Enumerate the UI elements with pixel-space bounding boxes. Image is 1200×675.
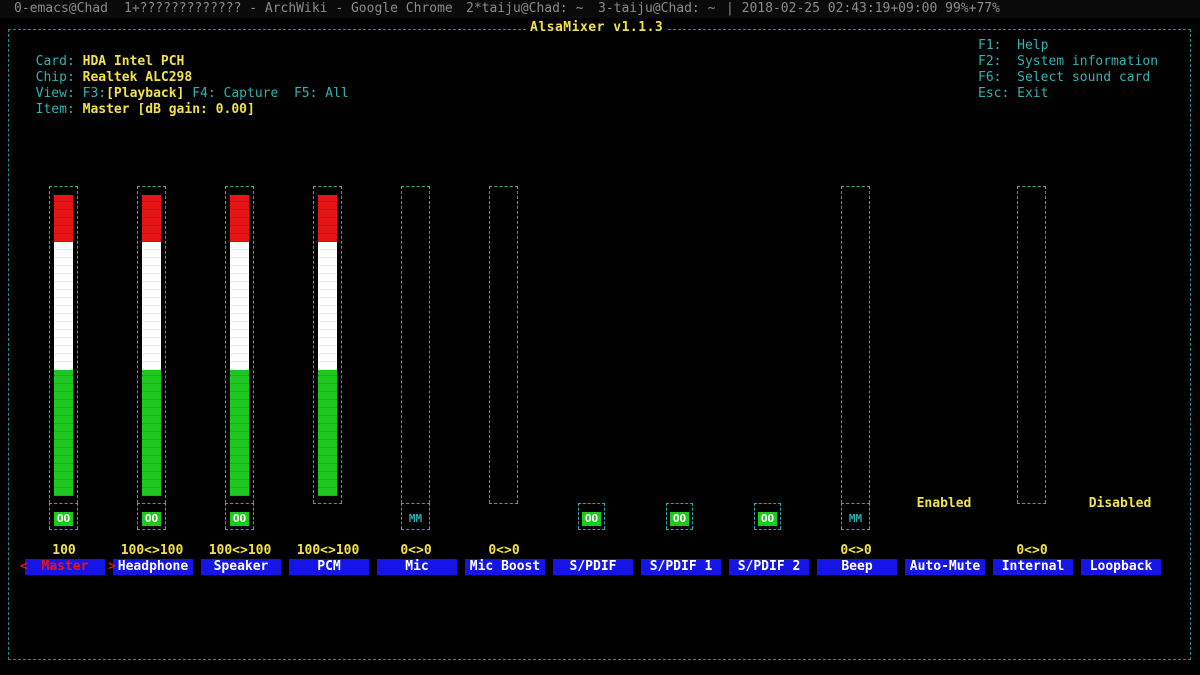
switch-border bbox=[666, 503, 693, 504]
switch-border bbox=[841, 529, 870, 530]
help-f1[interactable]: F1: Help bbox=[978, 38, 1048, 54]
workspace-tab-2[interactable]: 2*taiju@Chad: ~ bbox=[466, 0, 583, 18]
volume-bar-segment bbox=[230, 242, 249, 370]
mute-switch-muted[interactable]: MM bbox=[406, 512, 425, 526]
switch-border bbox=[754, 529, 781, 530]
volume-level-readout: 0<>0 bbox=[488, 543, 520, 558]
app-title: AlsaMixer v1.1.3 bbox=[526, 20, 668, 36]
mute-switch-on[interactable]: OO bbox=[582, 512, 601, 526]
volume-bar-segment bbox=[230, 370, 249, 496]
control-label[interactable]: Beep bbox=[817, 559, 897, 575]
slider-border bbox=[489, 186, 518, 187]
item-value: Master [dB gain: 0.00] bbox=[82, 102, 255, 117]
slider-border bbox=[313, 186, 342, 187]
control-label[interactable]: Internal bbox=[993, 559, 1073, 575]
slider-border bbox=[137, 186, 166, 187]
mute-switch-muted[interactable]: MM bbox=[846, 512, 865, 526]
switch-border bbox=[225, 529, 254, 530]
workspace-tab-1[interactable]: 1+????????????? - ArchWiki - Google Chro… bbox=[124, 0, 453, 18]
volume-level-readout: 0<>0 bbox=[840, 543, 872, 558]
volume-slider[interactable] bbox=[841, 186, 870, 503]
slider-border bbox=[401, 186, 430, 187]
volume-bar-segment bbox=[142, 370, 161, 496]
switch-border bbox=[666, 529, 693, 530]
window-manager-bar: 0-emacs@Chad 1+????????????? - ArchWiki … bbox=[0, 0, 1200, 18]
workspace-tab-3[interactable]: 3-taiju@Chad: ~ bbox=[598, 0, 715, 18]
volume-bar-segment bbox=[318, 370, 337, 496]
selection-left-arrow: < bbox=[20, 559, 28, 574]
volume-bar-segment bbox=[142, 242, 161, 370]
switch-border bbox=[137, 529, 166, 530]
volume-level-readout: 0<>0 bbox=[400, 543, 432, 558]
control-label[interactable]: Auto-Mute bbox=[905, 559, 985, 575]
mute-switch-on[interactable]: OO bbox=[758, 512, 777, 526]
control-label[interactable]: Headphone bbox=[113, 559, 193, 575]
volume-level-readout: 100<>100 bbox=[296, 543, 360, 558]
switch-border bbox=[49, 529, 78, 530]
control-label[interactable]: Speaker bbox=[201, 559, 281, 575]
volume-slider[interactable] bbox=[1017, 186, 1046, 503]
mute-switch-on[interactable]: OO bbox=[230, 512, 249, 526]
help-esc[interactable]: Esc: Exit bbox=[978, 86, 1048, 102]
mute-switch-on[interactable]: OO bbox=[670, 512, 689, 526]
volume-level-readout: 100 bbox=[52, 543, 76, 558]
control-label[interactable]: S/PDIF bbox=[553, 559, 633, 575]
workspace-tab-0[interactable]: 0-emacs@Chad bbox=[14, 0, 108, 18]
switch-border bbox=[754, 503, 781, 504]
volume-level-readout: 100<>100 bbox=[208, 543, 272, 558]
slider-border bbox=[489, 503, 518, 504]
volume-slider[interactable] bbox=[401, 186, 430, 503]
slider-border bbox=[841, 186, 870, 187]
slider-border bbox=[49, 186, 78, 187]
volume-slider[interactable] bbox=[489, 186, 518, 503]
volume-bar-segment bbox=[54, 195, 73, 242]
volume-bar-segment bbox=[142, 195, 161, 242]
volume-bar-segment bbox=[54, 242, 73, 370]
enum-state-value[interactable]: Enabled bbox=[904, 496, 984, 512]
volume-bar-segment bbox=[230, 195, 249, 242]
volume-bar-segment bbox=[318, 195, 337, 242]
enum-state-value[interactable]: Disabled bbox=[1080, 496, 1160, 512]
status-clock-battery: | 2018-02-25 02:43:19+09:00 99%+77% bbox=[726, 1, 1000, 16]
slider-border bbox=[1017, 186, 1046, 187]
volume-bar-segment bbox=[318, 242, 337, 370]
control-label[interactable]: S/PDIF 1 bbox=[641, 559, 721, 575]
volume-level-readout: 100<>100 bbox=[120, 543, 184, 558]
switch-border bbox=[578, 503, 605, 504]
control-label[interactable]: PCM bbox=[289, 559, 369, 575]
help-f6[interactable]: F6: Select sound card bbox=[978, 70, 1150, 86]
switch-border bbox=[578, 529, 605, 530]
mute-switch-on[interactable]: OO bbox=[54, 512, 73, 526]
slider-border bbox=[313, 503, 342, 504]
selection-right-arrow: > bbox=[108, 559, 116, 574]
slider-border bbox=[1017, 503, 1046, 504]
help-f2[interactable]: F2: System information bbox=[978, 54, 1158, 70]
mute-switch-on[interactable]: OO bbox=[142, 512, 161, 526]
control-label[interactable]: Mic bbox=[377, 559, 457, 575]
volume-level-readout: 0<>0 bbox=[1016, 543, 1048, 558]
slider-border bbox=[225, 186, 254, 187]
view-all[interactable]: F5: All bbox=[294, 86, 349, 101]
control-label[interactable]: Mic Boost bbox=[465, 559, 545, 575]
control-label[interactable]: Loopback bbox=[1081, 559, 1161, 575]
item-info: Item: Master [dB gain: 0.00] bbox=[35, 102, 255, 117]
volume-bar-segment bbox=[54, 370, 73, 496]
control-label[interactable]: S/PDIF 2 bbox=[729, 559, 809, 575]
control-label[interactable]: Master bbox=[25, 559, 105, 575]
switch-border bbox=[401, 529, 430, 530]
